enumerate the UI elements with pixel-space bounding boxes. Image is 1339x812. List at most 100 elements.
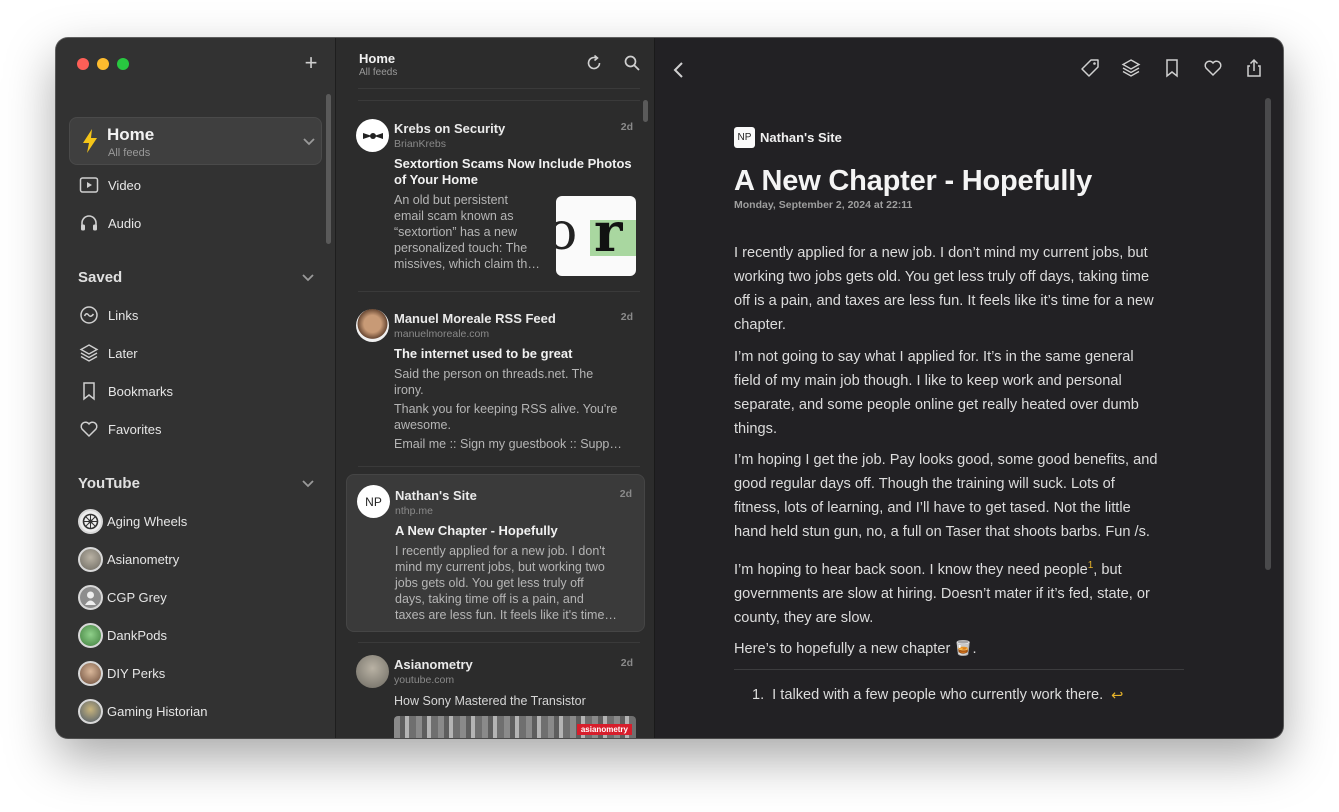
entry-excerpt: email scam known as xyxy=(394,209,514,223)
section-youtube-heading[interactable]: YouTube xyxy=(78,475,140,492)
entry-excerpt: taxes are less fun. It feels like it's t… xyxy=(395,608,617,622)
minimize-window-button[interactable] xyxy=(97,58,109,70)
headphones-icon xyxy=(81,215,97,231)
feed-list-title: Home xyxy=(359,51,396,66)
article-paragraph: I recently applied for a new job. I don’… xyxy=(734,245,1154,333)
entry-excerpt: Thank you for keeping RSS alive. You're xyxy=(394,402,618,416)
reader-toolbar xyxy=(1080,58,1264,78)
lightning-icon xyxy=(83,129,97,153)
sidebar-item-bookmarks[interactable]: Bookmarks xyxy=(79,379,173,403)
article-paragraph: I’m hoping to hear back soon. I know the… xyxy=(734,560,1150,626)
channel-label: Gaming Historian xyxy=(107,703,208,719)
entry-excerpt: irony. xyxy=(394,383,424,397)
feed-entry-selected[interactable]: NP Nathan's Site nthp.me 2d A New Chapte… xyxy=(346,474,645,632)
entry-excerpt: missives, which claim th… xyxy=(394,257,540,271)
entry-thumbnail: or xyxy=(556,196,636,276)
heart-icon[interactable] xyxy=(1203,58,1223,78)
bookmark-icon[interactable] xyxy=(1162,58,1182,78)
entry-headline: of Your Home xyxy=(394,172,479,187)
entry-headline: The internet used to be great xyxy=(394,346,573,361)
entry-source: Manuel Moreale RSS Feed xyxy=(394,311,556,326)
sidebar-channel-diy-perks[interactable]: DIY Perks xyxy=(78,660,165,686)
links-icon xyxy=(80,306,98,324)
chevron-down-icon[interactable] xyxy=(301,271,315,285)
feed-entry[interactable]: Krebs on Security BrianKrebs 2d Sextorti… xyxy=(346,113,645,283)
footnote-back-link[interactable]: ↩ xyxy=(1111,687,1123,704)
article-paragraph: I’m hoping I get the job. Pay looks good… xyxy=(734,452,1158,540)
refresh-icon[interactable] xyxy=(585,54,603,72)
reader-scrollbar[interactable] xyxy=(1265,98,1271,570)
sidebar-item-label: Bookmarks xyxy=(108,383,174,399)
entry-age: 2d xyxy=(620,121,633,133)
layers-icon[interactable] xyxy=(1121,58,1141,78)
source-avatar xyxy=(356,309,389,342)
heart-icon xyxy=(80,421,98,438)
entry-domain: manuelmoreale.com xyxy=(394,328,490,340)
sidebar-channel-dankpods[interactable]: DankPods xyxy=(78,622,167,648)
back-icon[interactable] xyxy=(672,61,686,79)
channel-avatar xyxy=(78,660,103,686)
feed-list-subtitle: All feeds xyxy=(359,67,398,78)
sidebar-channel-gaming-historian[interactable]: Gaming Historian xyxy=(78,698,207,724)
entry-headline: How Sony Mastered the Transistor xyxy=(394,694,586,708)
article-reader: NP Nathan's Site A New Chapter - Hopeful… xyxy=(655,38,1283,738)
sidebar-item-later[interactable]: Later xyxy=(79,341,138,365)
sidebar-item-label: Later xyxy=(108,345,138,361)
entry-domain: BrianKrebs xyxy=(394,138,446,150)
sidebar-item-label: Links xyxy=(108,307,139,323)
sidebar-item-favorites[interactable]: Favorites xyxy=(79,417,161,441)
sidebar-home-subtitle: All feeds xyxy=(108,147,151,159)
chevron-down-icon[interactable] xyxy=(302,135,316,149)
sidebar: + Home All feeds Video Audio Saved Links… xyxy=(56,38,336,738)
bookmark-icon xyxy=(83,382,95,401)
layers-icon xyxy=(79,344,99,362)
divider xyxy=(358,642,640,643)
chevron-down-icon[interactable] xyxy=(301,477,315,491)
article-paragraph: I’m not going to say what I applied for.… xyxy=(734,349,1139,437)
share-icon[interactable] xyxy=(1244,58,1264,78)
entry-headline: Sextortion Scams Now Include Photos xyxy=(394,156,632,171)
divider xyxy=(358,291,640,292)
channel-avatar xyxy=(78,622,103,648)
article-site[interactable]: NP Nathan's Site xyxy=(734,126,1194,148)
sidebar-item-video[interactable]: Video xyxy=(79,173,141,197)
zoom-window-button[interactable] xyxy=(117,58,129,70)
entry-excerpt: Said the person on threads.net. The xyxy=(394,367,594,381)
close-window-button[interactable] xyxy=(77,58,89,70)
entry-source: Krebs on Security xyxy=(394,121,506,136)
sidebar-item-label: Video xyxy=(108,177,142,193)
feed-entry[interactable]: Manuel Moreale RSS Feed manuelmoreale.co… xyxy=(346,303,645,463)
sidebar-channel-asianometry[interactable]: Asianometry xyxy=(78,546,179,572)
entry-excerpt: “sextortion” has a new xyxy=(394,225,517,239)
sidebar-channel-cgp-grey[interactable]: CGP Grey xyxy=(78,584,167,610)
article-paragraph: Here’s to hopefully a new chapter 🥃. xyxy=(734,640,977,657)
entry-age: 2d xyxy=(619,488,632,500)
section-saved-heading[interactable]: Saved xyxy=(78,269,122,286)
entry-excerpt: days, taking time off is a pain, and xyxy=(395,592,584,606)
sidebar-item-links[interactable]: Links xyxy=(79,303,138,327)
channel-avatar xyxy=(78,508,103,534)
channel-label: CGP Grey xyxy=(107,589,167,605)
search-icon[interactable] xyxy=(623,54,641,72)
entry-domain: youtube.com xyxy=(394,674,455,686)
add-feed-button[interactable]: + xyxy=(300,52,322,74)
entry-excerpt: awesome. xyxy=(394,418,451,432)
footnotes-divider xyxy=(734,668,1184,670)
sidebar-item-home[interactable]: Home All feeds xyxy=(69,117,322,165)
sidebar-channel-aging-wheels[interactable]: Aging Wheels xyxy=(78,508,187,534)
sidebar-scrollbar[interactable] xyxy=(326,94,331,244)
entry-headline: A New Chapter - Hopefully xyxy=(395,523,558,538)
entry-source: Asianometry xyxy=(394,657,473,672)
entry-excerpt: jobs gets old. You get less truly off xyxy=(395,576,584,590)
entry-excerpt: I recently applied for a new job. I don'… xyxy=(395,544,606,558)
entry-thumbnail: asianometry xyxy=(394,716,636,738)
article: NP Nathan's Site A New Chapter - Hopeful… xyxy=(734,126,1194,704)
channel-avatar xyxy=(78,546,103,572)
channel-avatar xyxy=(78,698,103,724)
tag-icon[interactable] xyxy=(1080,58,1100,78)
sidebar-item-audio[interactable]: Audio xyxy=(79,211,141,235)
entry-source: Nathan's Site xyxy=(395,488,477,503)
feed-entry[interactable]: Asianometry youtube.com 2d How Sony Mast… xyxy=(346,649,645,738)
video-icon xyxy=(79,177,99,193)
divider xyxy=(358,88,640,89)
